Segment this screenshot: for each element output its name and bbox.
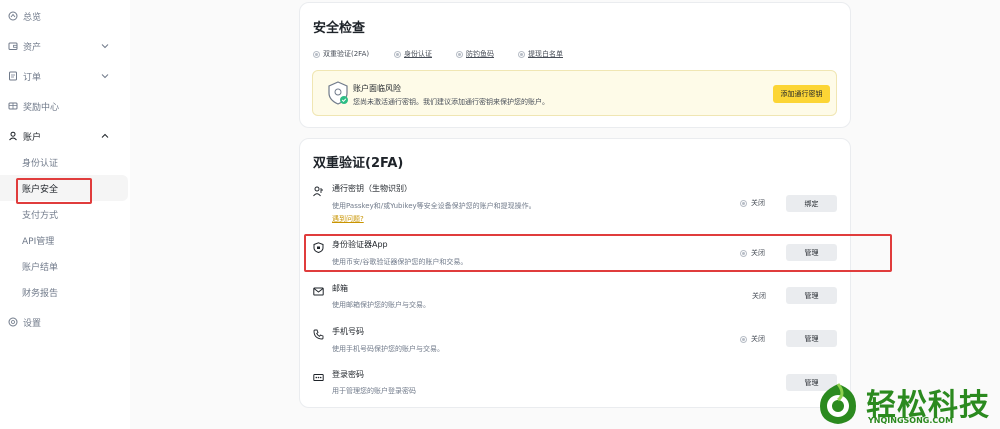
sidebar-item-security[interactable]: 账户安全 (0, 175, 128, 201)
row-desc-passkey: 使用Passkey和/或Yubikey等安全设备保护您的账户和提现操作。 (332, 202, 536, 210)
add-passkey-button[interactable]: 添加通行密钥 (773, 85, 830, 103)
status-label: 关闭 (751, 335, 765, 343)
sidebar-item-label: 账户安全 (22, 184, 59, 195)
sidebar: 总览 资产 订单 奖励中心 账户 身份认证 账户安全 支付方式 API管理 账户… (0, 0, 130, 429)
security-check-title: 安全检查 (313, 21, 366, 36)
status-phone: 关闭 (740, 334, 765, 344)
shield-warning-icon (326, 80, 350, 106)
dashboard-icon (8, 11, 18, 21)
check-status-icon (313, 50, 320, 58)
status-label: 关闭 (751, 249, 765, 257)
sidebar-item-api[interactable]: API管理 (0, 228, 128, 252)
status-off-icon (740, 335, 747, 343)
risk-description: 您尚未激活通行密钥。我们建议添加通行密钥来保护您的账户。 (353, 98, 549, 106)
sidebar-item-payment[interactable]: 支付方式 (0, 202, 128, 226)
check-item-2fa[interactable]: 双重验证(2FA) (313, 49, 369, 59)
user-icon (8, 131, 18, 141)
sidebar-item-label: 支付方式 (22, 210, 59, 221)
password-icon (313, 368, 324, 381)
check-item-label: 身份认证 (404, 50, 432, 58)
row-title-passkey: 通行密钥（生物识别） (332, 184, 412, 193)
authenticator-icon (313, 238, 324, 254)
check-item-label: 双重验证(2FA) (323, 50, 370, 58)
sidebar-item-reports[interactable]: 财务报告 (0, 280, 128, 304)
status-off-icon (740, 199, 747, 207)
sidebar-item-label: API管理 (22, 236, 55, 247)
risk-banner: 账户面临风险 您尚未激活通行密钥。我们建议添加通行密钥来保护您的账户。 添加通行… (312, 70, 837, 116)
sidebar-item-statements[interactable]: 账户结单 (0, 254, 128, 278)
chevron-down-icon (100, 41, 110, 51)
wallet-icon (8, 41, 18, 51)
sidebar-item-identity[interactable]: 身份认证 (0, 150, 128, 174)
sidebar-item-label: 资产 (23, 42, 42, 53)
chevron-down-icon (100, 71, 110, 81)
bind-passkey-button[interactable]: 绑定 (786, 195, 837, 212)
status-passkey: 关闭 (740, 198, 765, 208)
check-status-icon (456, 50, 463, 58)
gear-icon (8, 317, 18, 327)
sidebar-item-label: 账户 (23, 132, 42, 143)
leaf-logo-icon (816, 382, 860, 426)
row-desc-phone: 使用手机号码保护您的账户与交易。 (332, 345, 444, 353)
sidebar-item-label: 设置 (23, 318, 42, 329)
sidebar-item-rewards[interactable]: 奖励中心 (0, 94, 128, 118)
row-desc-email: 使用邮箱保护您的账户与交易。 (332, 301, 430, 309)
twofa-title: 双重验证(2FA) (313, 156, 404, 171)
trouble-link[interactable]: 遇到问题? (332, 214, 364, 224)
sidebar-item-label: 奖励中心 (23, 102, 60, 113)
sidebar-item-settings[interactable]: 设置 (0, 310, 128, 334)
sidebar-item-label: 总览 (23, 12, 42, 23)
row-title-email: 邮箱 (332, 284, 348, 293)
row-desc-authenticator: 使用币安/谷歌验证器保护您的账户和交易。 (332, 258, 468, 266)
status-label: 关闭 (752, 292, 766, 300)
status-authenticator: 关闭 (740, 248, 765, 258)
check-item-identity[interactable]: 身份认证 (394, 49, 432, 59)
status-off-icon (740, 249, 747, 257)
sidebar-item-label: 财务报告 (22, 288, 59, 299)
sidebar-item-account[interactable]: 账户 (0, 124, 128, 148)
rewards-icon (8, 101, 18, 111)
manage-email-button[interactable]: 管理 (786, 287, 837, 304)
sidebar-item-label: 身份认证 (22, 158, 59, 169)
passkey-icon (313, 182, 324, 197)
manage-authenticator-button[interactable]: 管理 (786, 244, 837, 261)
row-title-phone: 手机号码 (332, 327, 364, 336)
chevron-up-icon (100, 131, 110, 141)
check-status-icon (394, 50, 401, 58)
orders-icon (8, 71, 18, 81)
watermark-logo: 轻松科技 YNQINGSONG.COM (812, 380, 998, 428)
sidebar-item-orders[interactable]: 订单 (0, 64, 128, 88)
check-item-label: 防钓鱼码 (466, 50, 494, 58)
status-label: 关闭 (751, 199, 765, 207)
sidebar-item-label: 订单 (23, 72, 42, 83)
sidebar-item-overview[interactable]: 总览 (0, 4, 128, 28)
mail-icon (313, 282, 324, 296)
watermark-domain: YNQINGSONG.COM (868, 416, 954, 425)
check-status-icon (518, 50, 525, 58)
sidebar-item-assets[interactable]: 资产 (0, 34, 128, 58)
risk-title: 账户面临风险 (353, 84, 401, 93)
manage-phone-button[interactable]: 管理 (786, 330, 837, 347)
check-item-whitelist[interactable]: 提现白名单 (518, 49, 563, 59)
twofa-card (299, 138, 851, 408)
row-title-password: 登录密码 (332, 370, 364, 379)
status-email: 关闭 (752, 291, 766, 301)
row-desc-password: 用于管理您的账户登录密码 (332, 387, 416, 395)
check-item-label: 提现白名单 (528, 50, 563, 58)
phone-icon (313, 325, 324, 340)
check-item-antiphishing[interactable]: 防钓鱼码 (456, 49, 494, 59)
sidebar-item-label: 账户结单 (22, 262, 59, 273)
row-title-authenticator: 身份验证器App (332, 240, 388, 249)
